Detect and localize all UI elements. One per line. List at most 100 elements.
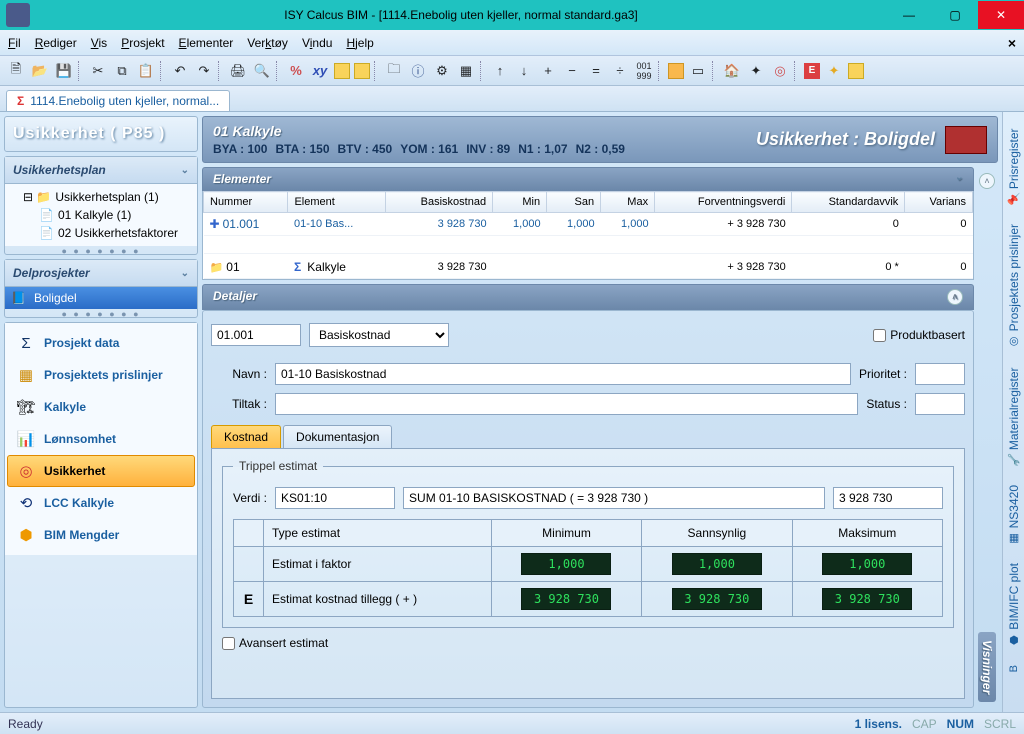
redo-icon[interactable]: ↷ [194, 61, 214, 81]
status-label: Status : [866, 397, 907, 411]
maximize-button[interactable]: ▢ [932, 1, 978, 29]
open-icon[interactable]: 📂 [30, 61, 50, 81]
new-icon[interactable]: 🗎 [6, 61, 26, 81]
detail-type-select[interactable]: Basiskostnad [309, 323, 449, 347]
div-icon[interactable]: ÷ [610, 61, 630, 81]
cut-icon[interactable]: ✂ [88, 61, 108, 81]
avansert-checkbox[interactable]: Avansert estimat [222, 636, 954, 650]
status-cap: CAP [912, 717, 937, 731]
kalkyle-stats: BYA : 100BTA : 150BTV : 450YOM : 161INV … [213, 142, 633, 156]
right-side-tabs: 📌Prisregister ◎Prosjektets prislinjer 🔧M… [1002, 112, 1024, 712]
tree-root[interactable]: ⊟ 📁 Usikkerhetsplan (1) [9, 188, 193, 206]
tree-node-faktorer[interactable]: 📄 02 Usikkerhetsfaktorer [9, 224, 193, 242]
panel-icon[interactable]: ▭ [688, 61, 708, 81]
elementer-table[interactable]: Nummer Element Basiskostnad Min San Max … [203, 191, 973, 279]
status-num: NUM [947, 717, 974, 731]
nav-lcc[interactable]: ⟲LCC Kalkyle [7, 487, 195, 519]
nav-bim[interactable]: ⬢BIM Mengder [7, 519, 195, 551]
target-icon: ◎ [16, 461, 36, 481]
e-icon[interactable]: E [804, 63, 820, 79]
gear-icon[interactable]: ⚙ [432, 61, 452, 81]
delprosjekter-header[interactable]: Delprosjekter⌄ [5, 260, 197, 287]
navn-input[interactable] [275, 363, 851, 385]
resize-grip[interactable]: ● ● ● ● ● ● ● [5, 246, 197, 254]
nav-usikkerhet[interactable]: ◎Usikkerhet [7, 455, 195, 487]
menu-verktoy[interactable]: Verktøy [247, 36, 288, 50]
tab-dokumentasjon[interactable]: Dokumentasjon [283, 425, 392, 448]
produktbasert-checkbox[interactable]: Produktbasert [873, 328, 965, 342]
star-icon[interactable]: ✦ [824, 61, 844, 81]
minus-icon[interactable]: − [562, 61, 582, 81]
tab-kostnad[interactable]: Kostnad [211, 425, 281, 448]
plus-icon[interactable]: + [538, 61, 558, 81]
eq-icon[interactable]: = [586, 61, 606, 81]
verdi-input[interactable] [275, 487, 395, 509]
doc-tab-icon: Σ [17, 94, 24, 108]
calc-icon[interactable] [668, 63, 684, 79]
nav-prosjekt-data[interactable]: ΣProsjekt data [7, 327, 195, 359]
tab-prosj-prislinjer[interactable]: ◎Prosjektets prislinjer [1005, 218, 1023, 354]
menu-rediger[interactable]: Rediger [35, 36, 77, 50]
tab-prisregister[interactable]: 📌Prisregister [1005, 122, 1023, 212]
tab-bimifc[interactable]: ⬢BIM/IFC plot [1005, 557, 1023, 653]
close-button[interactable]: ✕ [978, 1, 1024, 29]
minimize-button[interactable]: — [886, 1, 932, 29]
kalkyle-title: 01 Kalkyle [213, 123, 633, 139]
chart-icon: 📊 [16, 429, 36, 449]
grid-icon[interactable]: ▦ [456, 61, 476, 81]
est-row-tillegg[interactable]: E Estimat kostnad tillegg ( + ) 3 928 73… [234, 582, 943, 617]
tab-ns3420[interactable]: ▦NS3420 [1005, 479, 1023, 551]
info-icon[interactable]: ⓘ [408, 61, 428, 81]
copy-icon[interactable]: ⧉ [112, 61, 132, 81]
pin-icon: 📌 [1007, 193, 1020, 206]
menu-fil[interactable]: Fil [8, 36, 21, 50]
percent-icon[interactable]: % [286, 61, 306, 81]
status-input[interactable] [915, 393, 965, 415]
nav-kalkyle[interactable]: 🏗Kalkyle [7, 391, 195, 423]
undo-icon[interactable]: ↶ [170, 61, 190, 81]
menu-hjelp[interactable]: Hjelp [346, 36, 373, 50]
pin-icon: 🔧 [1007, 453, 1020, 466]
paste-icon[interactable]: 📋 [136, 61, 156, 81]
nav-lonnsomhet[interactable]: 📊Lønnsomhet [7, 423, 195, 455]
menu-elementer[interactable]: Elementer [179, 36, 234, 50]
tiltak-input[interactable] [275, 393, 858, 415]
opt1-icon[interactable] [334, 63, 350, 79]
table-sum-row[interactable]: 📁 01 Σ Kalkyle 3 928 730 + 3 928 730 0 *… [204, 254, 973, 279]
detaljer-header: Detaljer ˄ [202, 284, 974, 310]
num-icon[interactable]: 001999 [634, 61, 654, 81]
folder-icon[interactable]: 🗀 [384, 61, 404, 81]
verdi-sum [833, 487, 943, 509]
menu-vis[interactable]: Vis [91, 36, 107, 50]
tab-b[interactable]: B [1006, 659, 1022, 678]
visninger-panel[interactable]: ˄ Visninger [978, 167, 998, 708]
tree-node-kalkyle[interactable]: 📄 01 Kalkyle (1) [9, 206, 193, 224]
xy-icon[interactable]: xy [310, 61, 330, 81]
collapse-icon[interactable]: ˄ [947, 289, 963, 305]
magic-icon[interactable]: ✦ [746, 61, 766, 81]
table-header-row: Nummer Element Basiskostnad Min San Max … [204, 192, 973, 213]
print-icon[interactable]: 🖨 [228, 61, 248, 81]
resize-grip[interactable]: ● ● ● ● ● ● ● [5, 309, 197, 317]
opt2-icon[interactable] [354, 63, 370, 79]
plan-panel-header[interactable]: Usikkerhetsplan⌄ [5, 157, 197, 184]
circle-icon[interactable]: ◎ [770, 61, 790, 81]
menu-prosjekt[interactable]: Prosjekt [121, 36, 164, 50]
mdi-close-button[interactable]: × [1008, 35, 1016, 51]
tab-materialregister[interactable]: 🔧Materialregister [1005, 361, 1023, 473]
detail-id-input[interactable] [211, 324, 301, 346]
delprosjekt-item[interactable]: 📘 Boligdel [5, 287, 197, 309]
up-icon[interactable]: ↑ [490, 61, 510, 81]
est-row-faktor[interactable]: Estimat i faktor 1,000 1,000 1,000 [234, 547, 943, 582]
down-icon[interactable]: ↓ [514, 61, 534, 81]
document-tab[interactable]: Σ 1114.Enebolig uten kjeller, normal... [6, 90, 230, 111]
preview-icon[interactable]: 🔍 [252, 61, 272, 81]
filter-icon[interactable] [848, 63, 864, 79]
home-icon[interactable]: 🏠 [722, 61, 742, 81]
nav-prislinjer[interactable]: ▦Prosjektets prislinjer [7, 359, 195, 391]
expand-icon[interactable]: ˄ [979, 173, 995, 189]
menu-vindu[interactable]: Vindu [302, 36, 333, 50]
prioritet-input[interactable] [915, 363, 965, 385]
table-row[interactable]: ✚ 01.001 01-10 Bas... 3 928 730 1,000 1,… [204, 213, 973, 236]
save-icon[interactable]: 💾 [54, 61, 74, 81]
